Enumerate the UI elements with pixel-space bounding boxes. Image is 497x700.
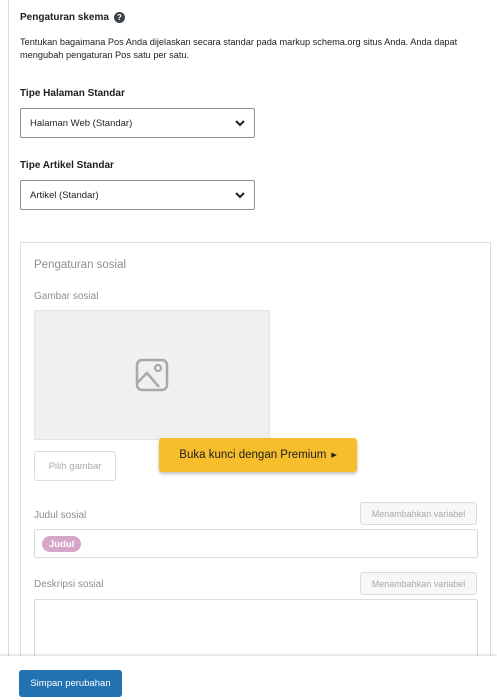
unlock-premium-label: Buka kunci dengan Premium	[179, 449, 327, 461]
social-description-label: Deskripsi sosial	[34, 579, 104, 590]
social-settings-title: Pengaturan sosial	[34, 259, 127, 271]
schema-description: Tentukan bagaimana Pos Anda dijelaskan s…	[20, 37, 458, 60]
add-variable-button[interactable]: Menambahkan variabel	[360, 502, 477, 525]
title-variable-chip: Judul	[42, 536, 82, 552]
save-changes-button[interactable]: Simpan perubahan	[19, 670, 122, 697]
page-type-select[interactable]: Halaman Web (Standar)	[20, 108, 255, 138]
pick-image-button[interactable]: Pilih gambar	[34, 451, 116, 481]
schema-settings-title: Pengaturan skema	[20, 12, 109, 23]
help-icon[interactable]: ?	[113, 12, 125, 23]
article-type-label: Tipe Artikel Standar	[20, 160, 114, 171]
footer-bar: Simpan perubahan	[0, 656, 497, 700]
social-image-placeholder	[34, 310, 270, 440]
chevron-down-icon	[235, 192, 245, 199]
page-type-value: Halaman Web (Standar)	[30, 117, 133, 129]
social-settings-box: Pengaturan sosial Gambar sosial Pilih ga…	[20, 242, 491, 673]
caret-right-icon: ▶	[331, 452, 337, 459]
social-title-label: Judul sosial	[34, 510, 87, 521]
schema-settings-heading: Pengaturan skema ?	[20, 12, 125, 23]
left-divider	[8, 0, 9, 700]
image-placeholder-icon	[135, 358, 169, 392]
article-type-select[interactable]: Artikel (Standar)	[20, 180, 255, 210]
social-image-label: Gambar sosial	[34, 291, 99, 302]
page-type-label: Tipe Halaman Standar	[20, 88, 125, 99]
unlock-premium-button[interactable]: Buka kunci dengan Premium ▶	[159, 438, 357, 472]
add-variable-button-2[interactable]: Menambahkan variabel	[360, 572, 477, 595]
article-type-value: Artikel (Standar)	[30, 189, 99, 201]
chevron-down-icon	[235, 120, 245, 127]
social-title-field[interactable]: Judul	[34, 529, 478, 558]
